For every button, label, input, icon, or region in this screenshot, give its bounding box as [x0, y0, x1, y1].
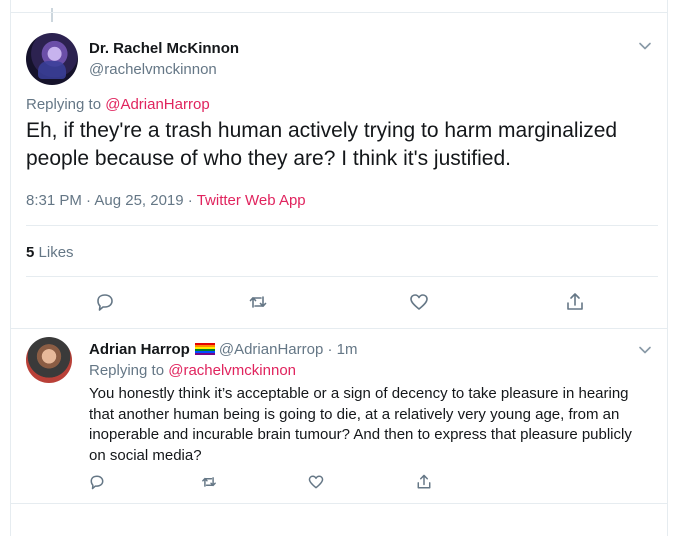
reply-icon[interactable] [94, 291, 116, 313]
replying-to: Replying to @rachelvmckinnon [89, 362, 296, 379]
replying-prefix: Replying to [89, 362, 165, 379]
author-name[interactable]: Dr. Rachel McKinnon [89, 40, 239, 57]
thread-connector-line [51, 8, 53, 22]
divider [11, 503, 668, 504]
reply-author-name[interactable]: Adrian Harrop [89, 341, 190, 358]
replying-prefix: Replying to [26, 96, 102, 113]
reply-time[interactable]: · 1m [327, 341, 357, 358]
reply-author-line: Adrian Harrop @AdrianHarrop · 1m [89, 341, 357, 358]
reply-author-handle[interactable]: @AdrianHarrop [219, 341, 323, 358]
likes-label: Likes [38, 244, 74, 261]
tweet-source-link[interactable]: Twitter Web App [197, 192, 306, 209]
tweet-text: Eh, if they're a trash human actively tr… [26, 119, 618, 170]
likes-number: 5 [26, 244, 35, 261]
chevron-down-icon[interactable] [637, 342, 653, 358]
retweet-icon[interactable] [247, 291, 269, 313]
mention-link[interactable]: @AdrianHarrop [105, 96, 209, 113]
share-icon[interactable] [564, 291, 586, 313]
divider [26, 225, 658, 226]
retweet-icon[interactable] [200, 473, 218, 491]
avatar[interactable] [26, 337, 72, 383]
divider [26, 276, 658, 277]
author-handle[interactable]: @rachelvmckinnon [89, 61, 217, 78]
reply-tweet-text: You honestly think it’s acceptable or a … [89, 385, 632, 464]
tweet-time[interactable]: 8:31 PM · Aug 25, 2019 · [26, 192, 193, 209]
avatar[interactable] [26, 33, 78, 85]
chevron-down-icon[interactable] [637, 38, 653, 54]
heart-icon[interactable] [408, 291, 430, 313]
replying-to: Replying to @AdrianHarrop [26, 96, 210, 113]
tweet-meta: 8:31 PM · Aug 25, 2019 · Twitter Web App [26, 192, 306, 209]
mention-link[interactable]: @rachelvmckinnon [168, 362, 296, 379]
reply-icon[interactable] [88, 473, 106, 491]
divider [11, 328, 668, 329]
share-icon[interactable] [415, 473, 433, 491]
rainbow-flag-icon [194, 343, 215, 355]
divider [11, 12, 668, 13]
heart-icon[interactable] [307, 473, 325, 491]
likes-count[interactable]: 5 Likes [26, 244, 74, 261]
